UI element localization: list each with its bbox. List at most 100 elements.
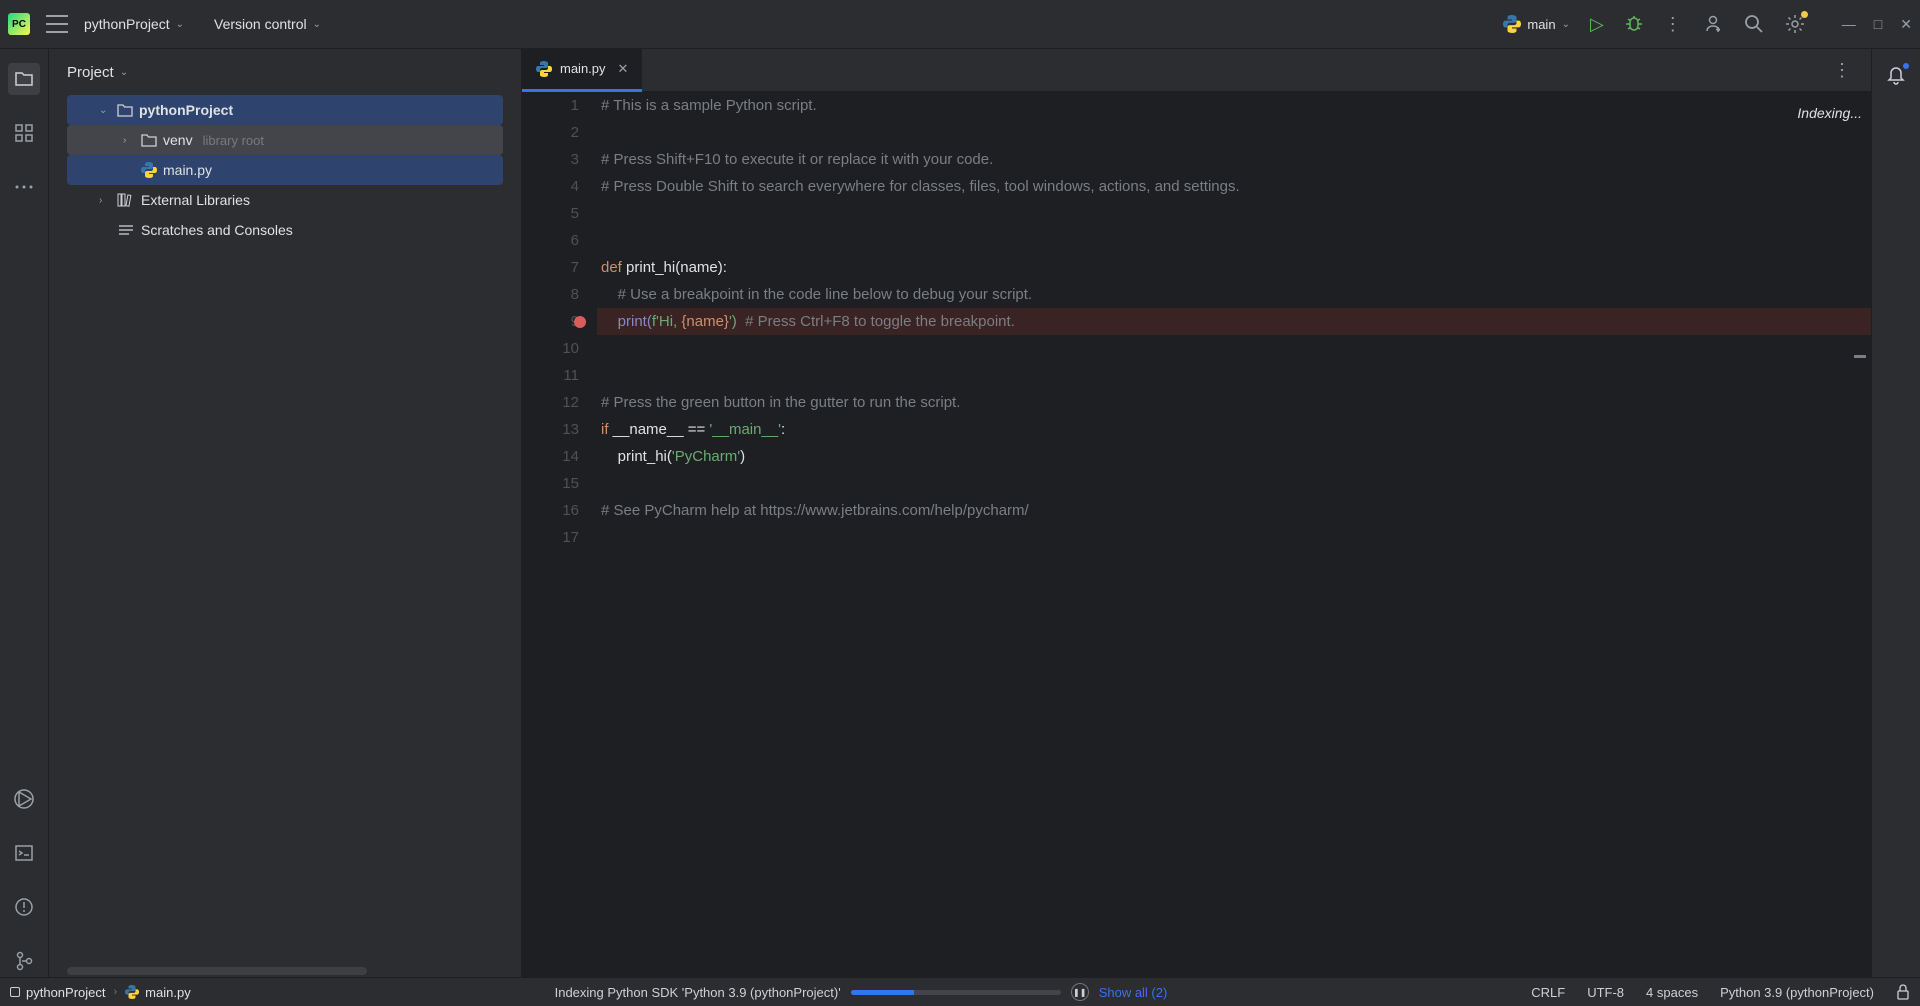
library-icon	[117, 192, 135, 208]
line-number: 9	[522, 308, 579, 335]
terminal-tool-button[interactable]	[8, 837, 40, 869]
close-button[interactable]: ✕	[1900, 16, 1912, 33]
notifications-button[interactable]	[1885, 63, 1907, 85]
project-icon	[10, 987, 20, 997]
chevron-down-icon: ⌄	[99, 105, 111, 116]
version-control-dropdown[interactable]: Version control ⌄	[214, 16, 321, 32]
more-tools-button[interactable]	[8, 171, 40, 203]
app-icon[interactable]: PC	[8, 13, 30, 35]
code-text: Hi,	[659, 313, 682, 330]
chevron-right-icon: ›	[114, 986, 118, 998]
breadcrumb-project: pythonProject	[26, 985, 106, 1000]
search-everywhere-icon[interactable]	[1744, 14, 1764, 34]
project-dropdown[interactable]: pythonProject ⌄	[84, 16, 184, 32]
pause-indexing-button[interactable]: ❚❚	[1071, 983, 1089, 1001]
indent-widget[interactable]: 4 spaces	[1646, 985, 1698, 1000]
project-panel: Project ⌄ ⌄ pythonProject › venv library…	[49, 49, 522, 977]
python-file-icon	[141, 162, 157, 178]
breakpoint-marker[interactable]	[574, 316, 586, 328]
left-toolbar	[0, 49, 49, 977]
breadcrumb[interactable]: pythonProject › main.py	[10, 985, 191, 1000]
code-text: ')	[729, 313, 737, 330]
structure-tool-button[interactable]	[8, 117, 40, 149]
debug-button[interactable]	[1624, 14, 1644, 34]
code-text: if	[601, 421, 613, 438]
scratches-label: Scratches and Consoles	[141, 222, 293, 238]
main-menu-button[interactable]	[46, 15, 68, 33]
line-number: 2	[522, 119, 579, 146]
indexing-message: Indexing Python SDK 'Python 3.9 (pythonP…	[555, 985, 841, 1000]
code-text: # Press the green button in the gutter t…	[601, 394, 960, 411]
code-text: {name}	[681, 313, 729, 330]
code-text: 'PyCharm'	[672, 448, 740, 465]
folder-icon	[117, 103, 133, 117]
readonly-lock-icon[interactable]	[1896, 984, 1910, 1000]
line-number: 1	[522, 92, 579, 119]
settings-icon[interactable]	[1784, 13, 1806, 35]
code-text: print_hi(	[601, 448, 672, 465]
tree-project-root[interactable]: ⌄ pythonProject	[67, 95, 503, 125]
python-icon	[1503, 15, 1521, 33]
tree-file-main[interactable]: main.py	[67, 155, 503, 185]
horizontal-scrollbar[interactable]	[67, 967, 367, 975]
line-number: 7	[522, 254, 579, 281]
version-control-label: Version control	[214, 16, 307, 32]
tree-scratches[interactable]: Scratches and Consoles	[67, 215, 503, 245]
code-with-me-icon[interactable]	[1702, 13, 1724, 35]
editor-gutter[interactable]: 1 2 3 4 5 6 7 8 9 10 11 12 13 14 15 16	[522, 92, 597, 977]
chevron-down-icon: ⌄	[1562, 19, 1570, 30]
code-editor[interactable]: # This is a sample Python script. # Pres…	[597, 92, 1871, 977]
line-number: 12	[522, 389, 579, 416]
editor-tab-main[interactable]: main.py ✕	[522, 49, 642, 92]
project-name-label: pythonProject	[84, 16, 170, 32]
code-text: # Press Ctrl+F8 to toggle the breakpoint…	[737, 313, 1015, 330]
line-number: 10	[522, 335, 579, 362]
project-tool-button[interactable]	[8, 63, 40, 95]
line-number: 5	[522, 200, 579, 227]
services-tool-button[interactable]	[8, 783, 40, 815]
right-toolbar	[1871, 49, 1920, 977]
encoding-widget[interactable]: UTF-8	[1587, 985, 1624, 1000]
venv-note: library root	[203, 133, 264, 148]
error-stripe-mark[interactable]	[1854, 355, 1866, 358]
project-root-label: pythonProject	[139, 102, 233, 118]
code-text: f'	[652, 313, 659, 330]
minimize-button[interactable]: —	[1842, 16, 1856, 33]
run-config-label: main	[1527, 17, 1555, 32]
tree-venv[interactable]: › venv library root	[67, 125, 503, 155]
interpreter-widget[interactable]: Python 3.9 (pythonProject)	[1720, 985, 1874, 1000]
more-actions-button[interactable]: ⋮	[1664, 14, 1682, 35]
tab-close-button[interactable]: ✕	[618, 61, 629, 77]
code-text: print(	[601, 313, 652, 330]
run-button[interactable]: ▷	[1590, 14, 1604, 35]
line-separator-widget[interactable]: CRLF	[1531, 985, 1565, 1000]
problems-tool-button[interactable]	[8, 891, 40, 923]
code-text: print_hi(name):	[626, 259, 727, 276]
editor-tabbar: main.py ✕ ⋮	[522, 49, 1871, 92]
editor-area: main.py ✕ ⋮ 1 2 3 4 5 6 7 8 9 10	[522, 49, 1871, 977]
code-text: # See PyCharm help at https://www.jetbra…	[601, 502, 1029, 519]
tab-label: main.py	[560, 61, 606, 76]
panel-title: Project	[67, 64, 114, 81]
tab-more-actions[interactable]: ⋮	[1833, 60, 1871, 81]
code-text: # Press Shift+F10 to execute it or repla…	[601, 151, 993, 168]
project-panel-header[interactable]: Project ⌄	[49, 49, 521, 95]
titlebar: PC pythonProject ⌄ Version control ⌄ mai…	[0, 0, 1920, 49]
line-number: 16	[522, 497, 579, 524]
run-config-dropdown[interactable]: main ⌄	[1503, 15, 1570, 33]
line-number: 11	[522, 362, 579, 389]
indexing-label: Indexing...	[1797, 105, 1862, 121]
maximize-button[interactable]: □	[1874, 16, 1882, 33]
tree-external-libraries[interactable]: › External Libraries	[67, 185, 503, 215]
code-text: '__main__'	[709, 421, 781, 438]
git-tool-button[interactable]	[8, 945, 40, 977]
file-label: main.py	[163, 162, 212, 178]
line-number: 17	[522, 524, 579, 551]
code-text: def	[601, 259, 626, 276]
code-text: )	[740, 448, 745, 465]
folder-icon	[141, 133, 157, 147]
code-text: # Press Double Shift to search everywher…	[601, 178, 1240, 195]
show-all-tasks-link[interactable]: Show all (2)	[1099, 985, 1168, 1000]
scratches-icon	[117, 223, 135, 237]
code-text: # Use a breakpoint in the code line belo…	[601, 286, 1032, 303]
